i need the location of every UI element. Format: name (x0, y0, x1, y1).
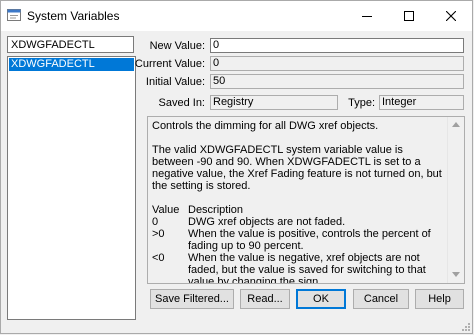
ok-button[interactable]: OK (296, 289, 346, 309)
new-value-field[interactable]: 0 (210, 38, 464, 53)
description-scrollbar[interactable] (447, 117, 464, 283)
scroll-down-button[interactable] (448, 267, 464, 283)
window-title: System Variables (27, 9, 120, 23)
description-summary: Controls the dimming for all DWG xref ob… (152, 120, 379, 132)
description-row: <0 When the value is negative, xref obje… (152, 252, 442, 284)
description-column-header: Description (188, 204, 244, 216)
description-row: 0 DWG xref objects are not faded. (152, 216, 442, 228)
help-button[interactable]: Help (415, 289, 464, 309)
scroll-up-button[interactable] (448, 117, 464, 133)
new-value-label: New Value: (149, 40, 205, 52)
save-filtered-button[interactable]: Save Filtered... (150, 289, 234, 309)
close-button[interactable] (430, 1, 472, 31)
scroll-down-arrow-icon (452, 272, 460, 277)
read-button[interactable]: Read... (240, 289, 290, 309)
description-row-value: >0 (152, 228, 165, 240)
value-column-header: Value (152, 204, 180, 216)
description-row-value: <0 (152, 252, 165, 264)
minimize-button[interactable] (346, 1, 388, 31)
description-row-text: When the value is positive, controls the… (188, 228, 431, 252)
minimize-icon (362, 16, 372, 17)
saved-in-label: Saved In: (158, 97, 205, 109)
description-box[interactable]: Controls the dimming for all DWG xref ob… (147, 116, 465, 284)
type-label: Type: (348, 97, 375, 109)
scroll-up-arrow-icon (452, 122, 460, 127)
app-icon (7, 8, 21, 22)
title-bar[interactable]: System Variables (1, 1, 472, 31)
description-row-text: DWG xref objects are not faded. (188, 216, 346, 228)
type-field: Integer (379, 95, 464, 110)
maximize-button[interactable] (388, 1, 430, 31)
description-row-text: When the value is negative, xref objects… (188, 252, 426, 284)
description-row: >0 When the value is positive, controls … (152, 228, 442, 252)
description-paragraph: The valid XDWGFADECTL system variable va… (152, 144, 442, 192)
current-value-label: Current Value: (134, 58, 205, 70)
resize-grip-icon[interactable] (460, 321, 470, 331)
maximize-icon (404, 11, 414, 21)
system-variables-dialog: System Variables XDWGFADECTL New Value: … (0, 0, 473, 334)
initial-value-label: Initial Value: (145, 76, 205, 88)
description-row-value: 0 (152, 216, 159, 228)
cancel-button[interactable]: Cancel (353, 289, 409, 309)
variable-list[interactable]: XDWGFADECTL (7, 56, 136, 320)
current-value-field: 0 (210, 56, 464, 71)
initial-value-field: 50 (210, 74, 464, 89)
description-table-header: Value Description (152, 204, 442, 216)
close-icon (446, 11, 456, 21)
